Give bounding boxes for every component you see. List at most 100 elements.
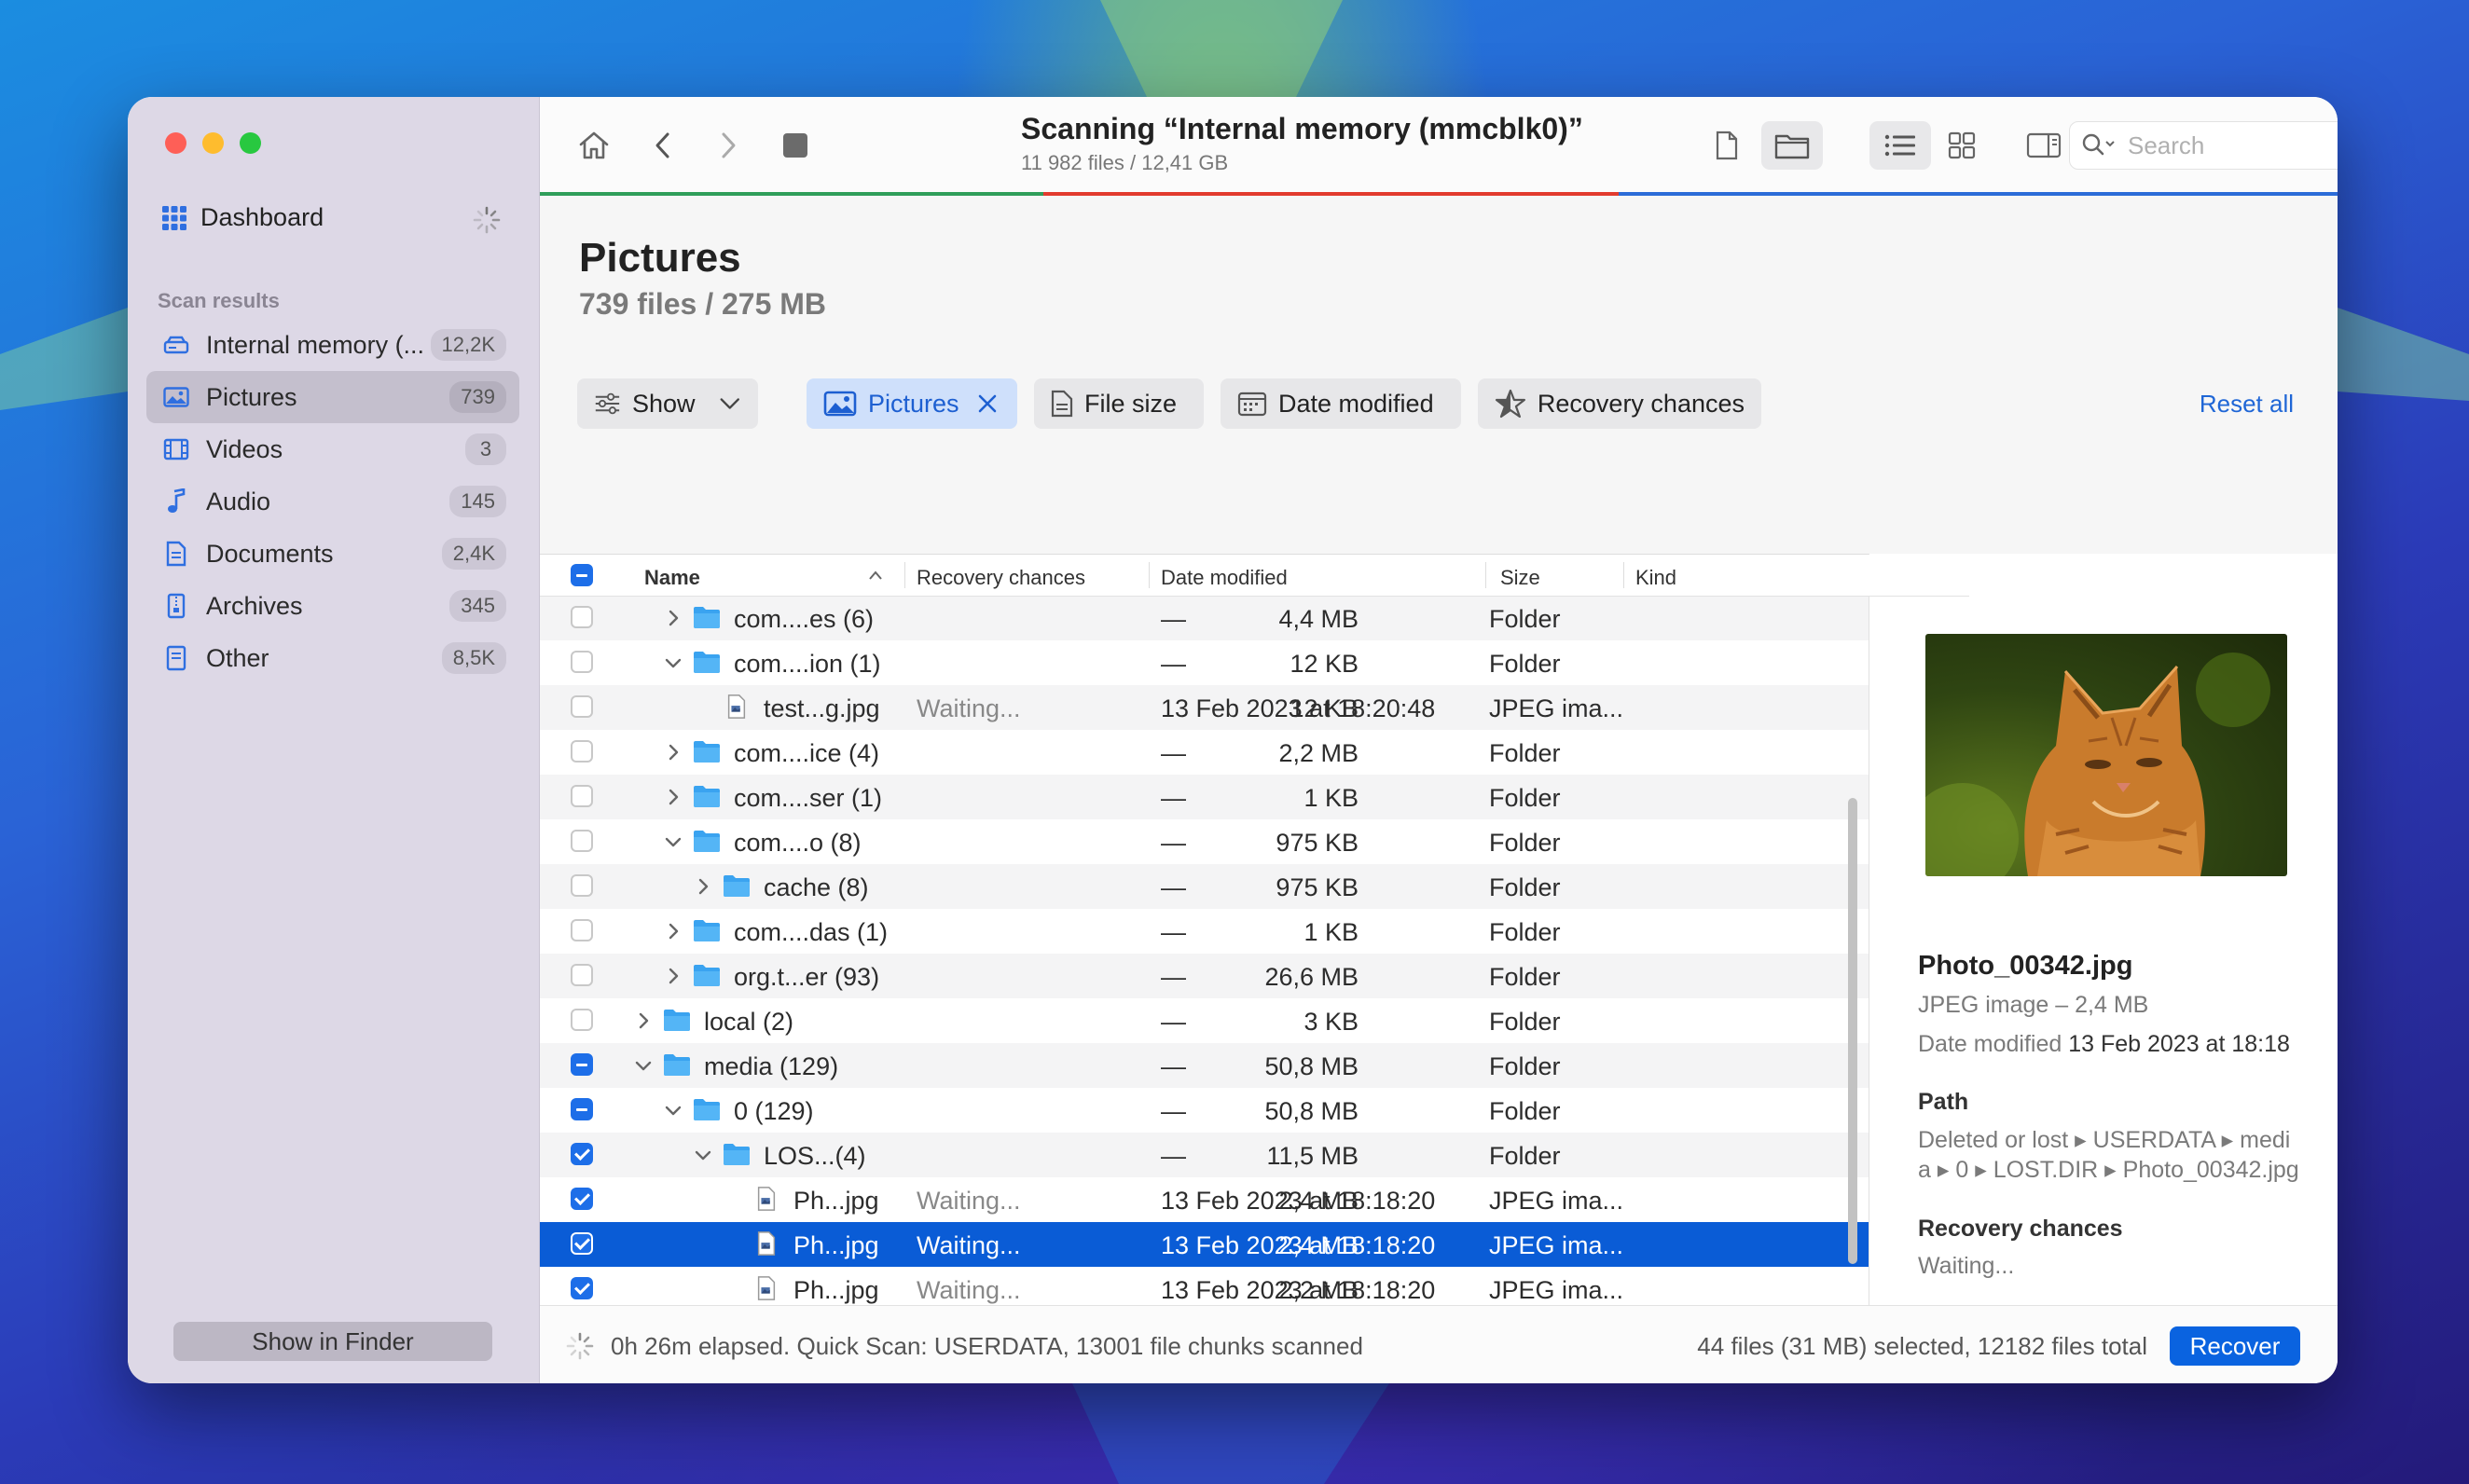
- row-checkbox[interactable]: [571, 695, 593, 718]
- status-bar: 0h 26m elapsed. Quick Scan: USERDATA, 13…: [540, 1305, 2338, 1383]
- sidebar-item-other[interactable]: Other 8,5K: [146, 632, 519, 684]
- file-name: Ph...jpg: [793, 1231, 879, 1259]
- file-view-button[interactable]: [1696, 121, 1758, 170]
- search-field[interactable]: Search: [2069, 121, 2338, 170]
- chevron-down-icon[interactable]: [663, 653, 683, 673]
- recovery-chance: Waiting...: [917, 1187, 1021, 1215]
- row-checkbox[interactable]: [571, 606, 593, 628]
- table-row[interactable]: test...g.jpg Waiting... 13 Feb 2023 at 18:…: [540, 685, 1969, 730]
- file-size-filter[interactable]: File size: [1034, 378, 1204, 429]
- home-icon[interactable]: [573, 125, 614, 166]
- grid-icon: [162, 205, 186, 230]
- grid-view-button[interactable]: [1931, 121, 1993, 170]
- chevron-right-icon[interactable]: [633, 1010, 654, 1031]
- table-row[interactable]: Ph...jpg Waiting... 13 Feb 2023 at 18:18:2…: [540, 1267, 1969, 1306]
- sidebar-item-archives[interactable]: Archives 345: [146, 580, 519, 632]
- table-row[interactable]: cache (8) —975 KB Folder: [540, 864, 1969, 909]
- pictures-filter-chip[interactable]: Pictures: [807, 378, 1017, 429]
- sidebar-item-documents[interactable]: Documents 2,4K: [146, 528, 519, 580]
- table-row[interactable]: Ph...jpg Waiting... 13 Feb 2023 at 18:18:2…: [540, 1222, 1969, 1267]
- sidebar-item-label: Documents: [206, 539, 334, 568]
- chevron-down-icon[interactable]: [693, 1145, 713, 1165]
- row-checkbox[interactable]: [571, 740, 593, 763]
- reset-all-link[interactable]: Reset all: [2200, 390, 2294, 419]
- table-row[interactable]: 0 (129) —50,8 MB Folder: [540, 1088, 1969, 1133]
- file-kind: Folder: [1489, 918, 1561, 946]
- table-row[interactable]: com....das (1) —1 KB Folder: [540, 909, 1969, 954]
- jpg-file-icon: [757, 1276, 776, 1300]
- sidebar-item-pictures[interactable]: Pictures 739: [146, 371, 519, 423]
- row-checkbox[interactable]: [571, 1053, 593, 1076]
- back-arrow-icon[interactable]: [642, 125, 683, 166]
- stop-scan-icon[interactable]: [775, 125, 816, 166]
- zoom-window-button[interactable]: [240, 132, 261, 154]
- row-checkbox[interactable]: [571, 1232, 593, 1255]
- chevron-right-icon[interactable]: [663, 921, 683, 941]
- sidebar-item-label: Other: [206, 643, 269, 672]
- folder-icon: [694, 1099, 720, 1120]
- table-row[interactable]: com....ser (1) —1 KB Folder: [540, 775, 1969, 819]
- jpg-file-icon: [757, 1187, 776, 1211]
- column-kind[interactable]: Kind: [1635, 566, 1676, 590]
- close-icon[interactable]: [976, 392, 999, 415]
- preview-panel-toggle[interactable]: [2013, 121, 2075, 170]
- row-checkbox[interactable]: [571, 1009, 593, 1031]
- row-checkbox[interactable]: [571, 964, 593, 986]
- folder-icon: [694, 831, 720, 852]
- date-modified-filter[interactable]: Date modified: [1221, 378, 1461, 429]
- show-in-finder-button[interactable]: Show in Finder: [173, 1322, 492, 1361]
- table-scrollbar[interactable]: [1848, 798, 1857, 1264]
- column-recovery[interactable]: Recovery chances: [917, 566, 1085, 590]
- chevron-down-icon[interactable]: [663, 1100, 683, 1120]
- table-row[interactable]: org.t...er (93) —26,6 MB Folder: [540, 954, 1969, 998]
- table-row[interactable]: com....ion (1) —12 KB Folder: [540, 640, 1969, 685]
- forward-arrow-icon[interactable]: [708, 125, 749, 166]
- select-all-checkbox[interactable]: [571, 564, 593, 586]
- table-row[interactable]: com....o (8) —975 KB Folder: [540, 819, 1969, 864]
- sort-ascending-icon[interactable]: [868, 570, 883, 581]
- jpg-file-icon: [757, 1231, 776, 1256]
- chevron-right-icon[interactable]: [663, 787, 683, 807]
- preview-panel: Photo_00342.jpg JPEG image – 2,4 MB Date…: [1869, 554, 2338, 1305]
- sidebar-item-dashboard[interactable]: Dashboard: [161, 203, 324, 232]
- sidebar-item-internal-memory[interactable]: Internal memory (... 12,2K: [146, 319, 519, 371]
- column-date[interactable]: Date modified: [1161, 566, 1288, 590]
- row-checkbox[interactable]: [571, 1098, 593, 1120]
- row-checkbox[interactable]: [571, 785, 593, 807]
- chevron-right-icon[interactable]: [693, 876, 713, 897]
- row-checkbox[interactable]: [571, 1188, 593, 1210]
- chevron-down-icon[interactable]: [663, 831, 683, 852]
- app-window: Dashboard Scan results Internal memory (…: [128, 97, 2338, 1383]
- minimize-window-button[interactable]: [202, 132, 224, 154]
- date-modified-label: Date modified: [1278, 389, 1434, 418]
- row-checkbox[interactable]: [571, 651, 593, 673]
- folder-view-button[interactable]: [1761, 121, 1823, 170]
- table-row[interactable]: com....es (6) —4,4 MB Folder: [540, 596, 1969, 640]
- table-row[interactable]: com....ice (4) —2,2 MB Folder: [540, 730, 1969, 775]
- list-view-button[interactable]: [1869, 121, 1931, 170]
- recover-button[interactable]: Recover: [2170, 1326, 2300, 1366]
- chevron-right-icon[interactable]: [663, 742, 683, 763]
- column-name[interactable]: Name: [644, 566, 700, 590]
- close-window-button[interactable]: [165, 132, 186, 154]
- row-checkbox[interactable]: [571, 1143, 593, 1165]
- sidebar-item-audio[interactable]: Audio 145: [146, 475, 519, 528]
- row-checkbox[interactable]: [571, 1277, 593, 1299]
- table-row[interactable]: LOS...(4) —11,5 MB Folder: [540, 1133, 1969, 1177]
- chevron-down-icon[interactable]: [633, 1055, 654, 1076]
- row-checkbox[interactable]: [571, 874, 593, 897]
- chevron-right-icon[interactable]: [663, 608, 683, 628]
- folder-icon: [664, 1054, 690, 1076]
- show-dropdown[interactable]: Show: [577, 378, 758, 429]
- file-size: 11,5 MB: [1266, 1142, 1359, 1170]
- row-checkbox[interactable]: [571, 919, 593, 941]
- row-checkbox[interactable]: [571, 830, 593, 852]
- column-size[interactable]: Size: [1500, 566, 1540, 590]
- table-row[interactable]: local (2) —3 KB Folder: [540, 998, 1969, 1043]
- file-name: com....ice (4): [734, 739, 880, 767]
- recovery-chances-filter[interactable]: Recovery chances: [1478, 378, 1761, 429]
- chevron-right-icon[interactable]: [663, 966, 683, 986]
- sidebar-item-videos[interactable]: Videos 3: [146, 423, 519, 475]
- table-row[interactable]: Ph...jpg Waiting... 13 Feb 2023 at 18:18:2…: [540, 1177, 1969, 1222]
- table-row[interactable]: media (129) —50,8 MB Folder: [540, 1043, 1969, 1088]
